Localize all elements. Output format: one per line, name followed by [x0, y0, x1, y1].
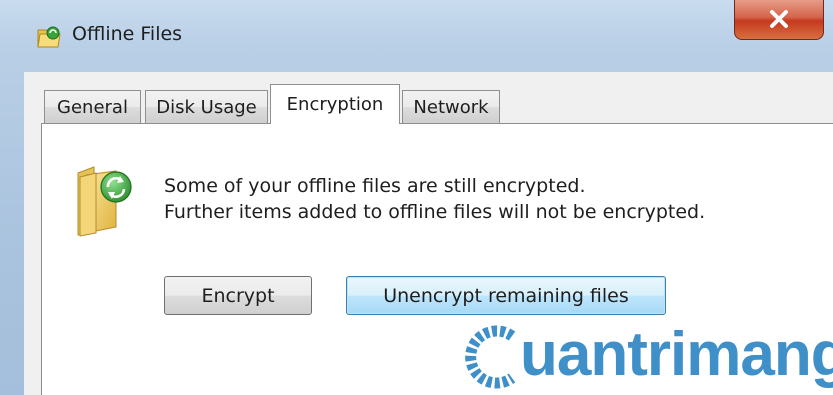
tab-encryption[interactable]: Encryption	[270, 84, 400, 124]
watermark: uantrimang	[462, 318, 833, 395]
offline-files-dialog: Offline Files General Disk Usage Encrypt…	[0, 0, 833, 395]
encrypt-button[interactable]: Encrypt	[164, 276, 312, 315]
status-message-line2: Further items added to offline files wil…	[164, 201, 706, 223]
unencrypt-remaining-files-button[interactable]: Unencrypt remaining files	[346, 276, 666, 315]
status-message-line1: Some of your offline files are still enc…	[164, 175, 586, 197]
tab-disk-usage[interactable]: Disk Usage	[145, 90, 268, 123]
window-title: Offline Files	[72, 23, 183, 45]
watermark-c-logo-icon	[465, 325, 516, 389]
watermark-text: uantrimang	[520, 320, 833, 389]
title-bar[interactable]: Offline Files	[0, 0, 833, 72]
offline-files-folder-icon	[37, 26, 61, 48]
close-icon	[770, 10, 788, 28]
sync-folder-icon	[77, 166, 132, 237]
tab-network[interactable]: Network	[402, 90, 500, 123]
tab-general[interactable]: General	[44, 90, 141, 123]
close-button[interactable]	[734, 0, 824, 40]
